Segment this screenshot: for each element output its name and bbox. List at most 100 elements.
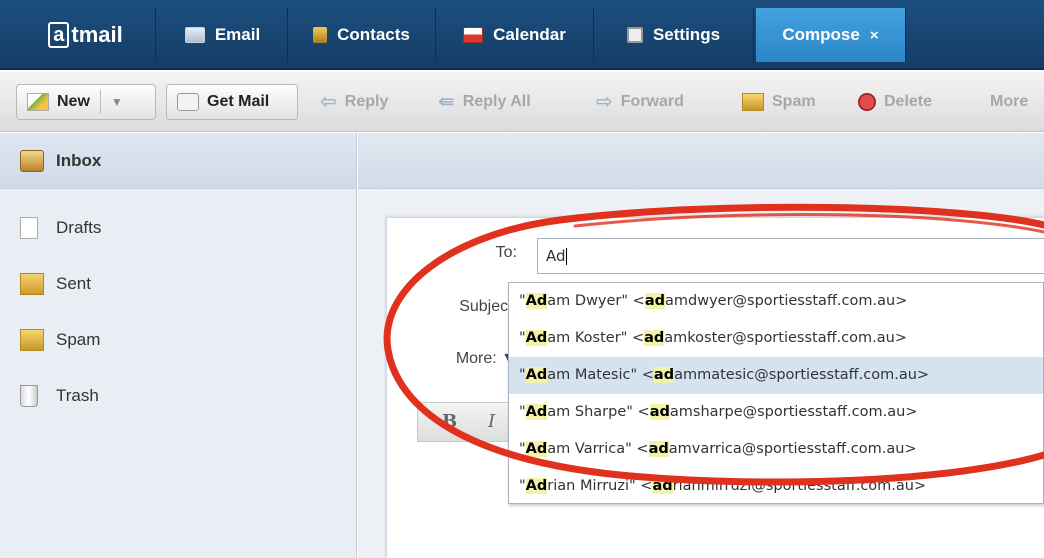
tab-contacts-label: Contacts	[337, 25, 410, 44]
sidebar-item-label: Sent	[56, 274, 91, 293]
contact-name: rian Mirruzi	[547, 478, 629, 494]
suggestion-item[interactable]: "Adam Dwyer" <adamdwyer@sportiesstaff.co…	[509, 283, 1043, 320]
reply-all-arrow-icon: ⇚	[438, 91, 455, 113]
to-label: To:	[495, 244, 517, 261]
sidebar-item-label: Drafts	[56, 218, 102, 237]
italic-button[interactable]: I	[488, 411, 495, 432]
more-options-toggle[interactable]: More: ▼	[417, 350, 517, 368]
logo-at-symbol: a	[48, 22, 70, 48]
tab-email[interactable]: Email	[158, 8, 288, 62]
sidebar-item-inbox[interactable]: Inbox	[0, 133, 356, 189]
delete-icon	[858, 93, 876, 111]
suggestion-item[interactable]: "Adam Koster" <adamkoster@sportiesstaff.…	[509, 320, 1043, 357]
reply-all-label: Reply All	[462, 93, 531, 110]
contact-email: amvarrica@sportiesstaff.com.au	[668, 441, 905, 457]
match-highlight: Ad	[525, 330, 548, 346]
sidebar-item-label: Inbox	[56, 150, 102, 170]
tab-settings-label: Settings	[652, 25, 721, 44]
contact-name: am Varrica	[547, 441, 626, 457]
to-field-value: Ad	[546, 247, 566, 265]
tab-email-label: Email	[214, 25, 261, 44]
tab-calendar[interactable]: Calendar	[436, 8, 594, 62]
mail-toolbar: New ▼ Get Mail ⇦ Reply ⇚ Reply All ⇨ For…	[0, 72, 1044, 132]
match-highlight: Ad	[525, 367, 548, 383]
forward-label: Forward	[620, 93, 684, 110]
contact-email: amkoster@sportiesstaff.com.au	[664, 330, 895, 346]
reply-label: Reply	[344, 93, 389, 110]
delete-label: Delete	[884, 93, 933, 110]
tab-calendar-label: Calendar	[493, 25, 566, 44]
text-cursor	[565, 248, 567, 265]
divider	[99, 90, 101, 114]
suggestion-item-selected[interactable]: "Adam Matesic" <adammatesic@sportiesstaf…	[509, 357, 1043, 394]
contact-name: am Matesic	[547, 367, 631, 383]
match-highlight: ad	[644, 330, 665, 346]
folder-sidebar: Inbox Drafts Sent Spam Trash	[0, 133, 357, 558]
tab-compose[interactable]: Compose ×	[756, 8, 906, 62]
inbox-tray-icon	[177, 93, 199, 111]
forward-arrow-icon: ⇨	[596, 91, 613, 113]
contact-email: ammatesic@sportiesstaff.com.au	[674, 367, 917, 383]
new-button-label: New	[57, 93, 90, 110]
sidebar-item-label: Trash	[56, 386, 99, 405]
more-label: More	[990, 93, 1029, 110]
match-highlight: Ad	[525, 293, 548, 309]
tab-settings[interactable]: Settings	[594, 8, 754, 62]
match-highlight: ad	[648, 441, 669, 457]
sidebar-item-sent[interactable]: Sent	[20, 269, 91, 299]
top-navigation: a tmail Email Contacts Calendar Settings …	[0, 0, 1044, 70]
new-button[interactable]: New ▼	[16, 84, 156, 120]
sent-folder-icon	[20, 273, 44, 295]
spam-label: Spam	[772, 93, 816, 110]
spam-button[interactable]: Spam	[732, 84, 826, 120]
forward-button[interactable]: ⇨ Forward	[586, 84, 694, 120]
reply-all-button[interactable]: ⇚ Reply All	[428, 84, 541, 120]
atmail-logo[interactable]: a tmail	[16, 8, 156, 62]
envelope-icon	[184, 27, 205, 43]
close-icon[interactable]: ×	[870, 27, 879, 44]
trash-icon	[20, 385, 38, 407]
recipient-autocomplete: "Adam Dwyer" <adamdwyer@sportiesstaff.co…	[508, 282, 1044, 504]
contact-email: amdwyer@sportiesstaff.com.au	[665, 293, 896, 309]
address-book-icon	[313, 27, 328, 43]
subject-label: Subject:	[459, 298, 517, 315]
document-icon	[20, 217, 38, 239]
reply-button[interactable]: ⇦ Reply	[310, 84, 398, 120]
settings-icon	[626, 27, 643, 43]
match-highlight: ad	[653, 367, 675, 383]
contact-name: am Dwyer	[547, 293, 622, 309]
content-header	[358, 133, 1044, 189]
match-highlight: Ad	[525, 404, 548, 420]
contact-name: am Sharpe	[547, 404, 627, 420]
sidebar-item-spam[interactable]: Spam	[20, 325, 100, 355]
tab-contacts[interactable]: Contacts	[288, 8, 436, 62]
contact-name: am Koster	[547, 330, 621, 346]
calendar-icon	[463, 27, 484, 43]
contact-email: amsharpe@sportiesstaff.com.au	[669, 404, 906, 420]
match-highlight: Ad	[525, 441, 548, 457]
get-mail-button[interactable]: Get Mail	[166, 84, 298, 120]
compose-pencil-icon	[27, 93, 49, 111]
reply-arrow-icon: ⇦	[320, 91, 337, 113]
more-button[interactable]: More	[980, 84, 1038, 120]
sidebar-item-drafts[interactable]: Drafts	[20, 213, 101, 243]
sidebar-item-label: Spam	[56, 330, 101, 349]
to-field[interactable]: Ad	[537, 238, 1044, 274]
suggestion-item[interactable]: "Adam Varrica" <adamvarrica@sportiesstaf…	[509, 431, 1043, 468]
suggestion-item[interactable]: "Adrian Mirruzi" <adrianmirruzi@sporties…	[509, 468, 1043, 505]
spam-box-icon	[20, 329, 44, 351]
logo-text: tmail	[71, 22, 123, 47]
spam-box-icon	[742, 93, 764, 111]
match-highlight: ad	[649, 404, 670, 420]
contact-email: rianmirruzi@sportiesstaff.com.au	[672, 478, 914, 494]
chevron-down-icon[interactable]: ▼	[111, 95, 123, 109]
bold-button[interactable]: B	[442, 411, 457, 432]
match-highlight: ad	[644, 293, 665, 309]
match-highlight: ad	[652, 478, 673, 494]
inbox-icon	[20, 149, 44, 172]
suggestion-item[interactable]: "Adam Sharpe" <adamsharpe@sportiesstaff.…	[509, 394, 1043, 431]
get-mail-label: Get Mail	[207, 93, 270, 110]
delete-button[interactable]: Delete	[848, 84, 942, 120]
sidebar-item-trash[interactable]: Trash	[20, 381, 99, 411]
match-highlight: Ad	[525, 478, 548, 494]
